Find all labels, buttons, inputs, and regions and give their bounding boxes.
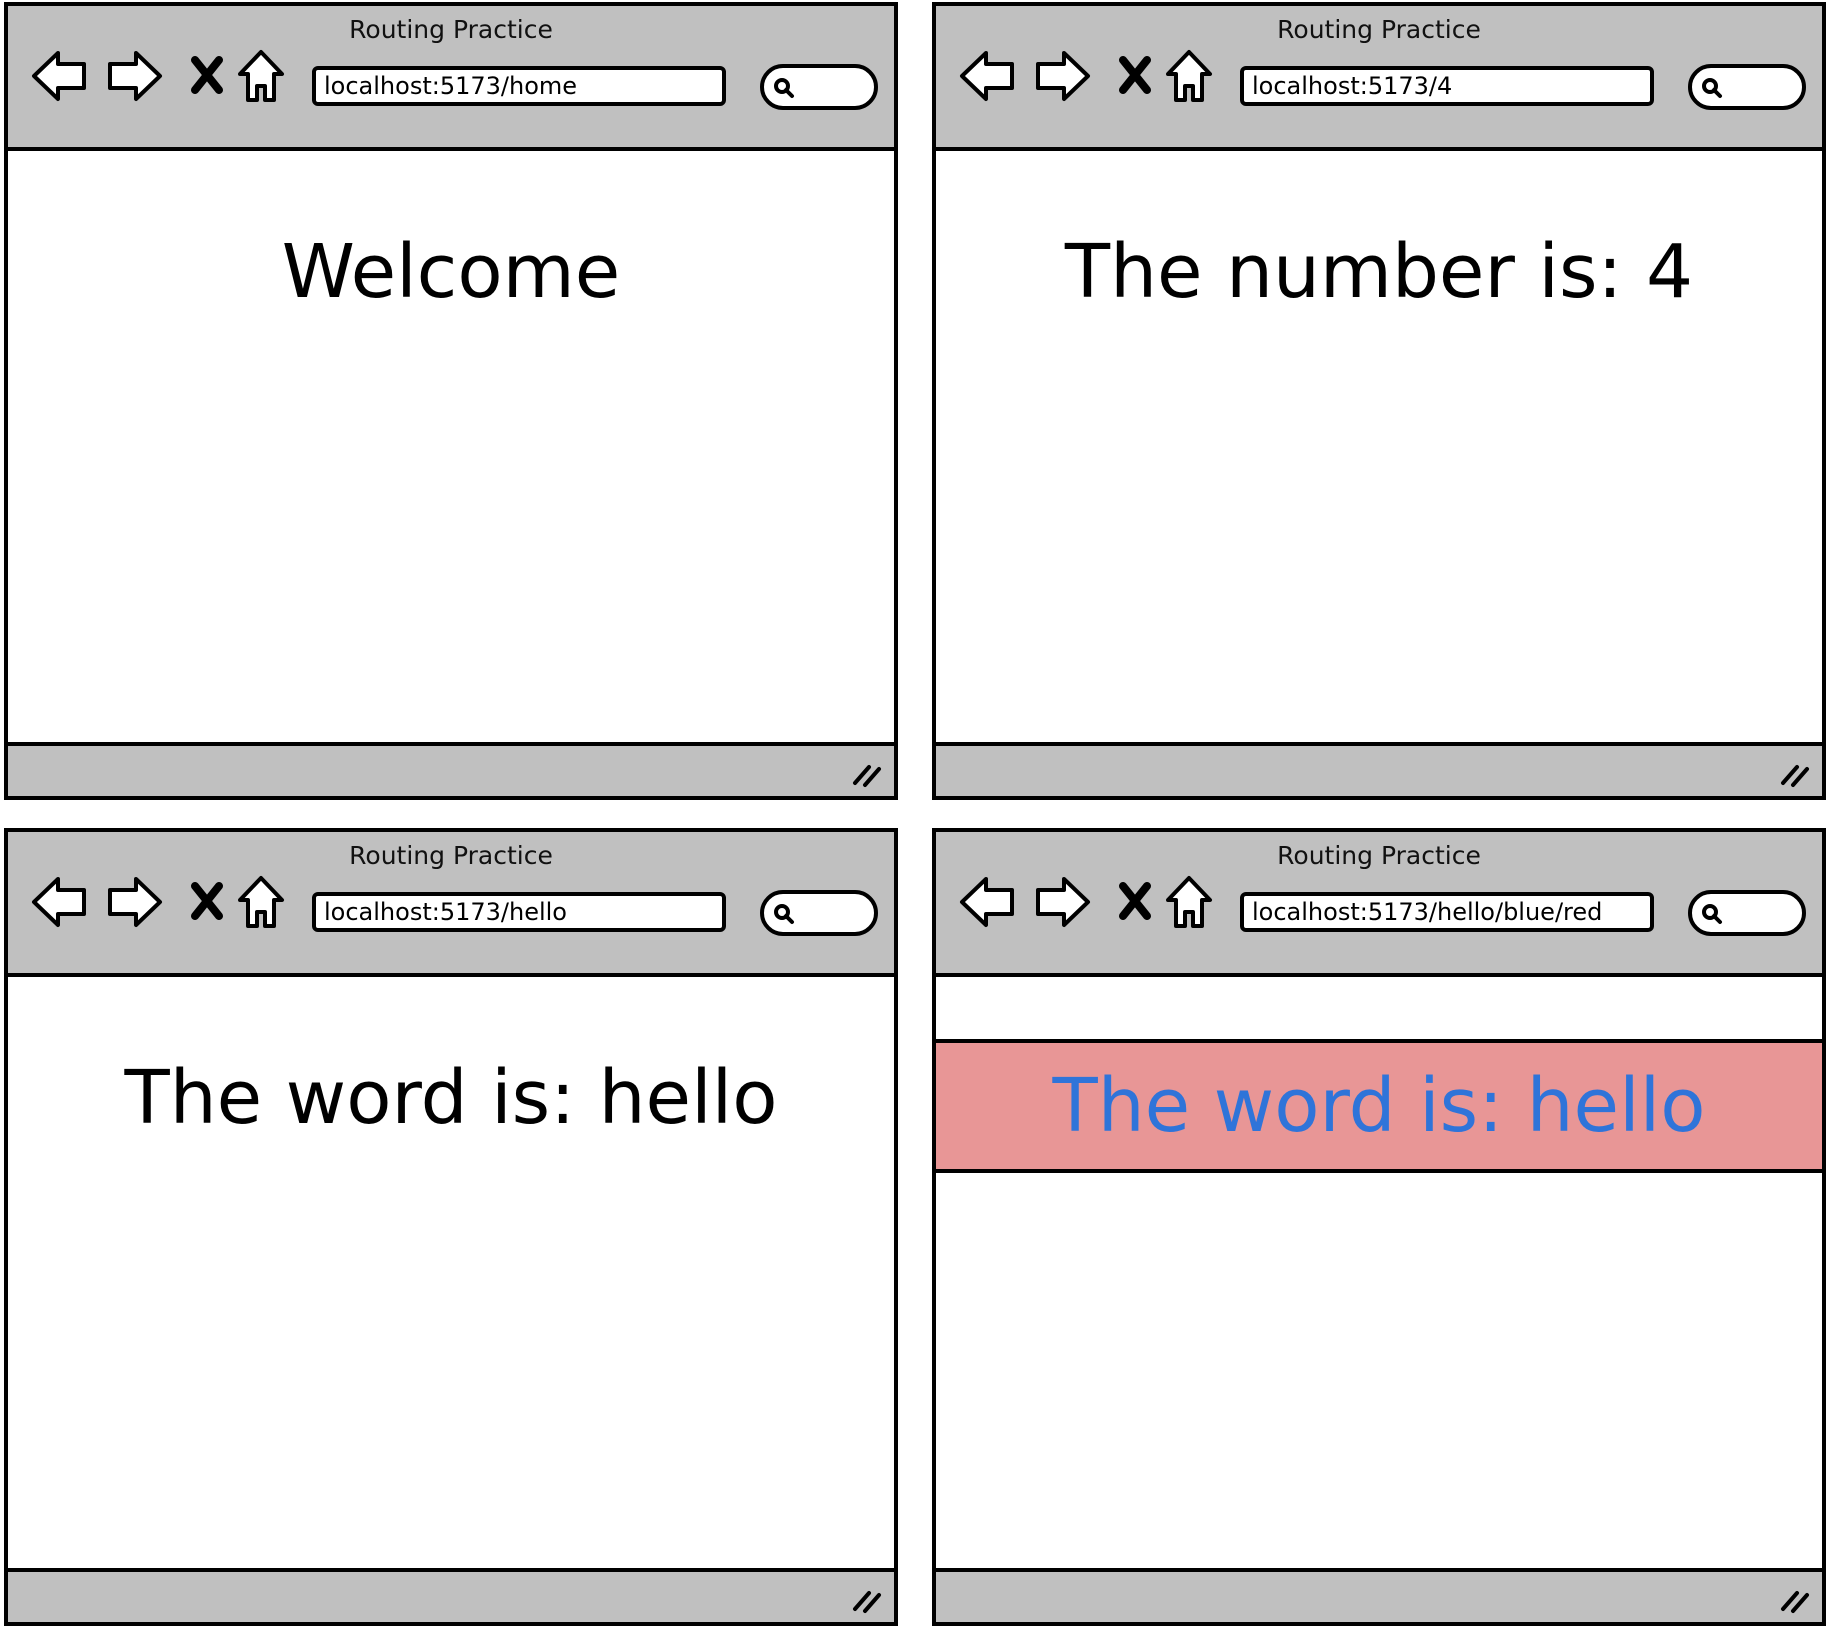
home-icon[interactable] (236, 48, 286, 104)
window-title: Routing Practice (349, 15, 553, 44)
home-icon[interactable] (1164, 874, 1214, 930)
page-content: The word is: hello (932, 977, 1826, 1568)
close-icon[interactable] (190, 882, 224, 920)
browser-window-home: Routing Practice localhost:5173/home Wel… (4, 2, 898, 800)
arrow-left-icon[interactable] (30, 875, 90, 929)
resize-grip-icon[interactable] (850, 756, 884, 790)
window-title: Routing Practice (1277, 15, 1481, 44)
window-title: Routing Practice (349, 841, 553, 870)
search-icon (1702, 78, 1722, 98)
resize-grip-icon[interactable] (850, 1582, 884, 1616)
status-bar (936, 742, 1822, 796)
arrow-right-icon[interactable] (104, 875, 164, 929)
search-field[interactable] (1688, 890, 1806, 936)
browser-window-styled-word: Routing Practice localhost:5173/hello/bl… (932, 828, 1826, 1626)
resize-grip-icon[interactable] (1778, 1582, 1812, 1616)
url-input[interactable]: localhost:5173/4 (1240, 66, 1654, 106)
search-field[interactable] (1688, 64, 1806, 110)
window-title: Routing Practice (1277, 841, 1481, 870)
status-bar (8, 742, 894, 796)
page-content: The word is: hello (8, 977, 894, 1568)
page-heading: Welcome (281, 229, 621, 315)
url-input[interactable]: localhost:5173/hello (312, 892, 726, 932)
status-bar (936, 1568, 1822, 1622)
browser-toolbar: Routing Practice localhost:5173/home (8, 6, 894, 151)
browser-toolbar: Routing Practice localhost:5173/hello/bl… (936, 832, 1822, 977)
arrow-left-icon[interactable] (30, 49, 90, 103)
arrow-left-icon[interactable] (958, 49, 1018, 103)
browser-window-word: Routing Practice localhost:5173/hello Th… (4, 828, 898, 1626)
search-field[interactable] (760, 890, 878, 936)
styled-heading-banner: The word is: hello (932, 1039, 1826, 1173)
url-input[interactable]: localhost:5173/hello/blue/red (1240, 892, 1654, 932)
home-icon[interactable] (236, 874, 286, 930)
close-icon[interactable] (1118, 882, 1152, 920)
browser-toolbar: Routing Practice localhost:5173/4 (936, 6, 1822, 151)
close-icon[interactable] (1118, 56, 1152, 94)
page-content: Welcome (8, 151, 894, 742)
arrow-right-icon[interactable] (1032, 49, 1092, 103)
page-heading: The word is: hello (124, 1055, 778, 1141)
page-content: The number is: 4 (936, 151, 1822, 742)
arrow-left-icon[interactable] (958, 875, 1018, 929)
page-heading: The word is: hello (1052, 1063, 1706, 1149)
search-icon (774, 904, 794, 924)
browser-window-number: Routing Practice localhost:5173/4 The nu… (932, 2, 1826, 800)
page-heading: The number is: 4 (1064, 229, 1694, 315)
search-icon (1702, 904, 1722, 924)
url-input[interactable]: localhost:5173/home (312, 66, 726, 106)
arrow-right-icon[interactable] (1032, 875, 1092, 929)
search-icon (774, 78, 794, 98)
resize-grip-icon[interactable] (1778, 756, 1812, 790)
arrow-right-icon[interactable] (104, 49, 164, 103)
home-icon[interactable] (1164, 48, 1214, 104)
search-field[interactable] (760, 64, 878, 110)
browser-toolbar: Routing Practice localhost:5173/hello (8, 832, 894, 977)
close-icon[interactable] (190, 56, 224, 94)
status-bar (8, 1568, 894, 1622)
